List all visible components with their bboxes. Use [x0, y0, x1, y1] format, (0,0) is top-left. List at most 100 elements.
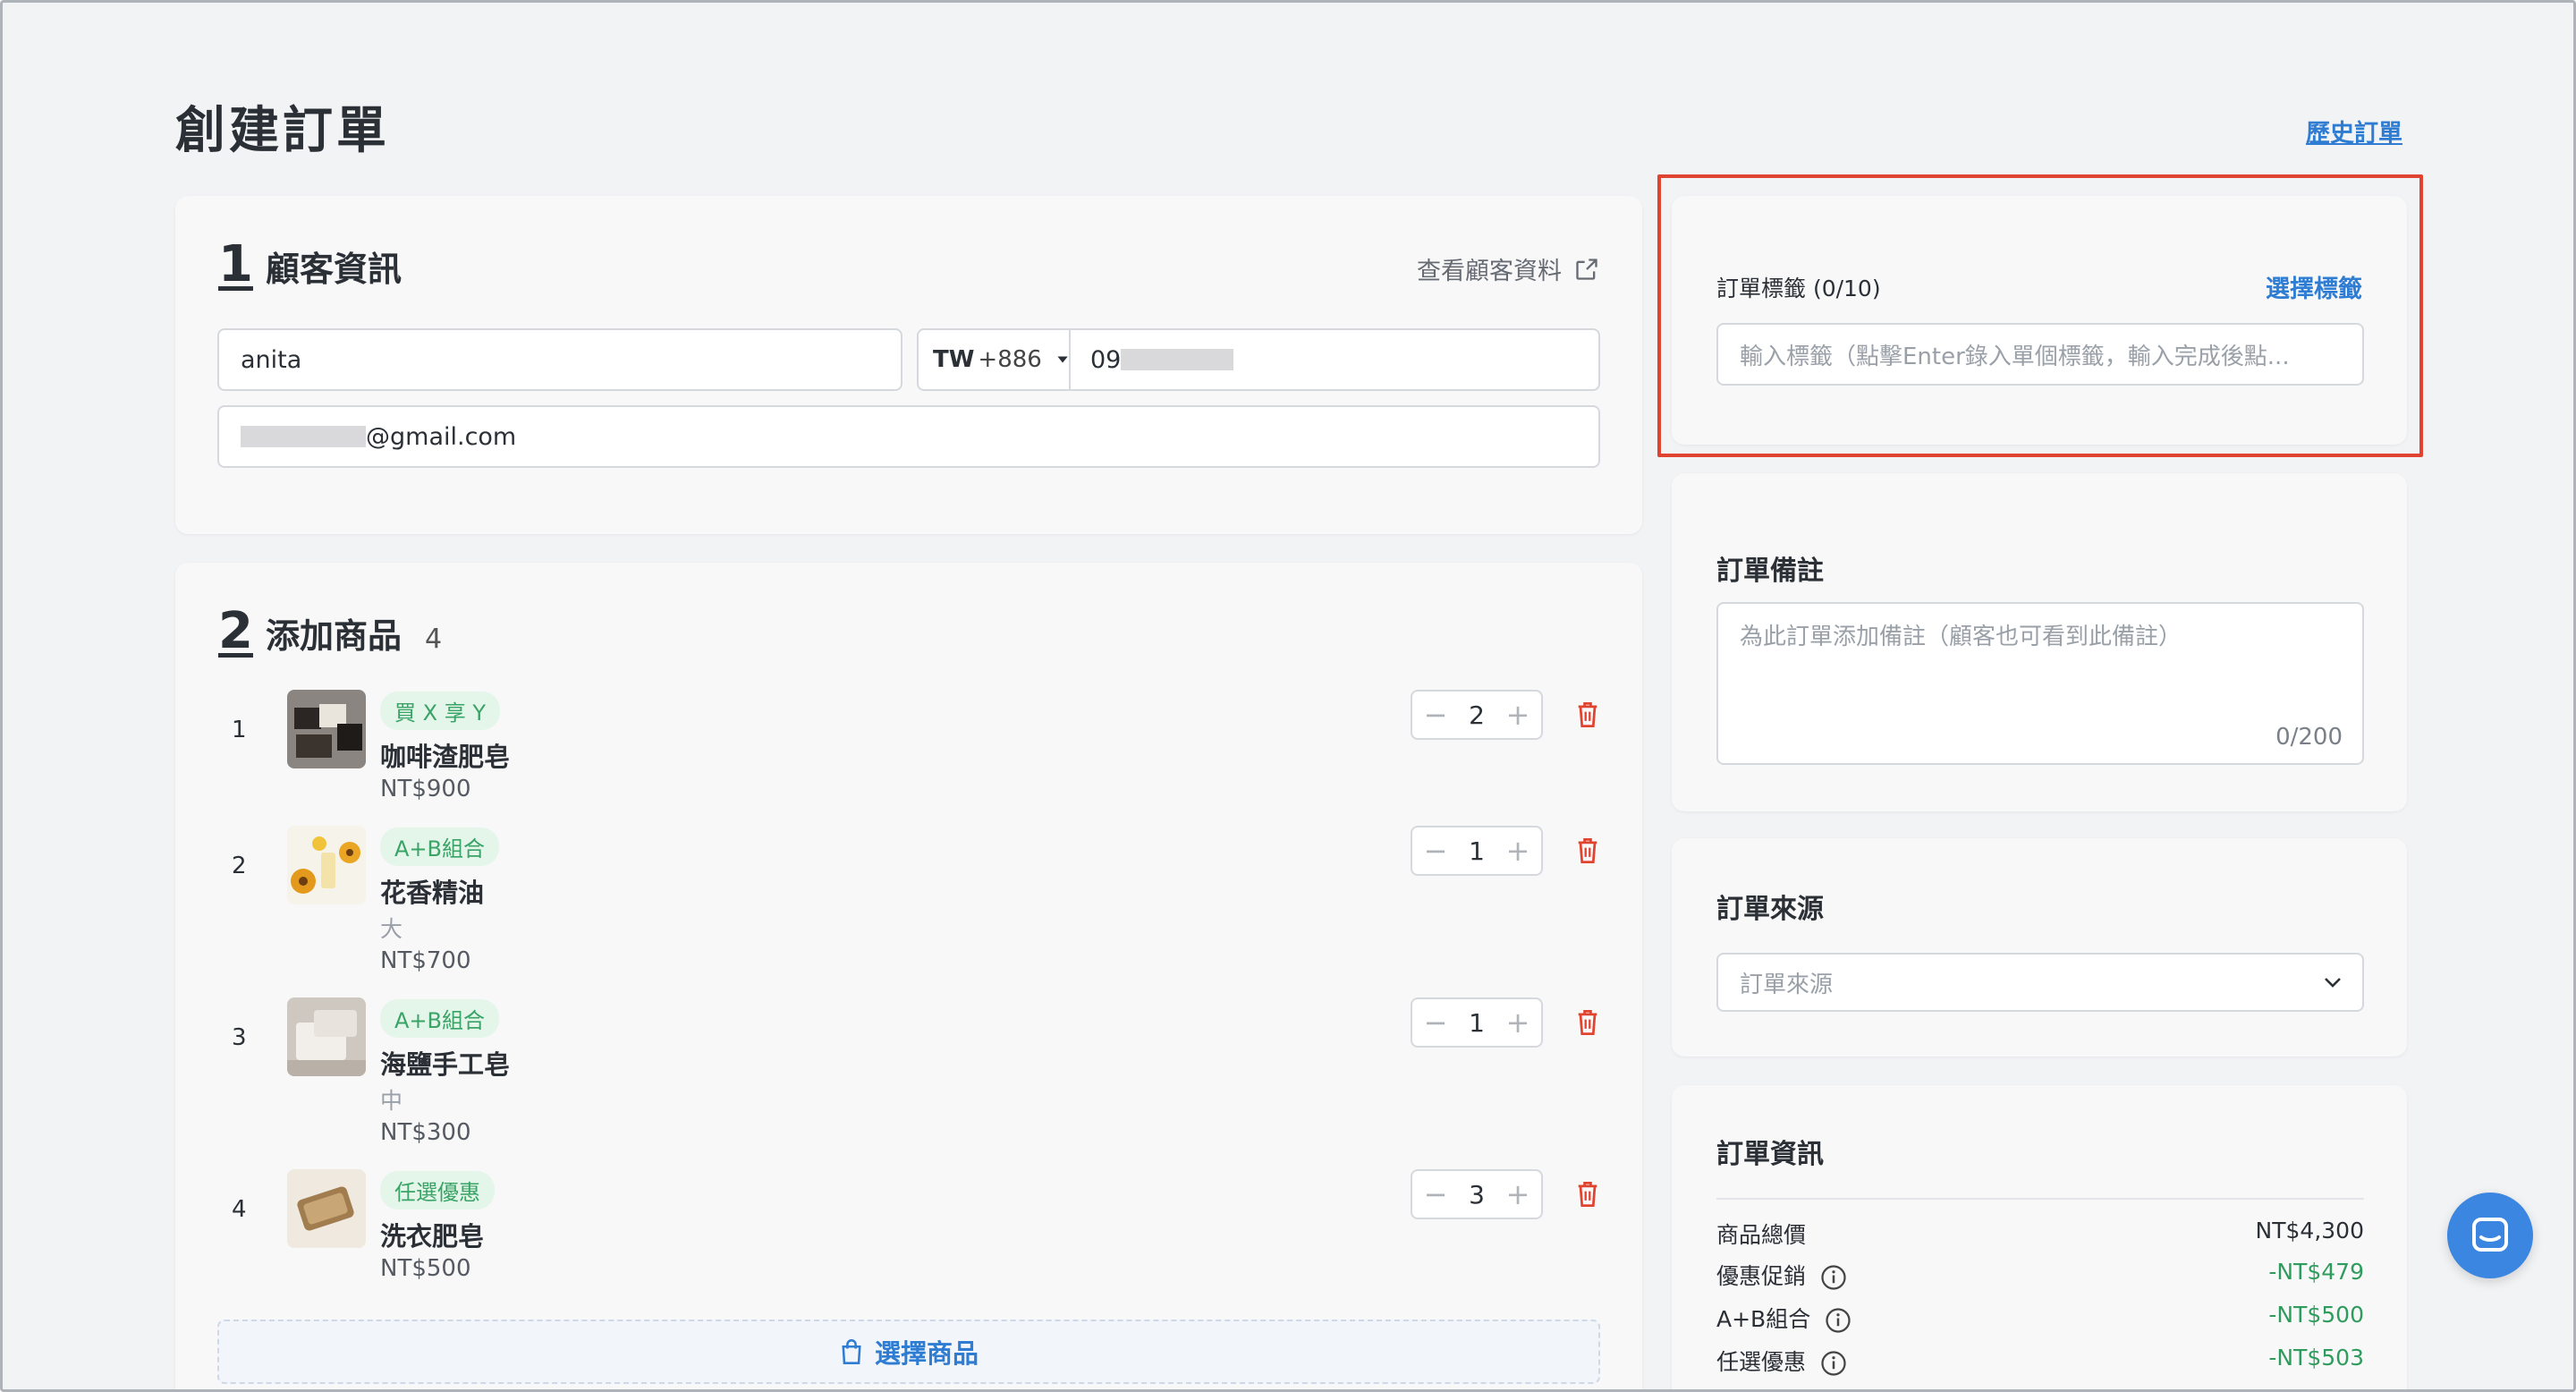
- select-products-button[interactable]: 選擇商品: [217, 1320, 1600, 1384]
- summary-value: -NT$479: [2268, 1259, 2364, 1285]
- product-price: NT$300: [380, 1119, 471, 1146]
- summary-value: -NT$500: [2268, 1302, 2364, 1328]
- email-value: @gmail.com: [366, 422, 517, 451]
- product-name: 花香精油: [380, 878, 485, 908]
- summary-row-subtotal: 商品總價 NT$4,300: [1716, 1218, 2364, 1250]
- view-customer-link[interactable]: 查看顧客資料: [1417, 251, 1599, 286]
- chat-icon: [2472, 1218, 2508, 1252]
- country-code: TW: [933, 346, 975, 373]
- quantity-value[interactable]: 2: [1469, 700, 1485, 730]
- summary-label: 商品總價: [1716, 1222, 1807, 1248]
- email-input[interactable]: @gmail.com: [217, 405, 1600, 468]
- country-code-select[interactable]: TW +886: [919, 330, 1071, 389]
- decrement-button[interactable]: −: [1423, 698, 1448, 732]
- customer-name-value: anita: [241, 345, 302, 374]
- chevron-down-icon: [2325, 978, 2341, 988]
- product-price: NT$500: [380, 1255, 471, 1282]
- quantity-value[interactable]: 3: [1469, 1180, 1485, 1210]
- highlight-box: [1657, 174, 2423, 457]
- item-index: 4: [232, 1196, 247, 1223]
- product-name: 咖啡渣肥皂: [380, 742, 511, 772]
- notes-counter: 0/200: [2275, 724, 2343, 751]
- summary-label: A+B組合: [1716, 1306, 1811, 1332]
- decrement-button[interactable]: −: [1423, 1006, 1448, 1040]
- delete-icon[interactable]: [1575, 1008, 1600, 1037]
- summary-label: 優惠促銷: [1716, 1263, 1807, 1289]
- product-thumbnail: [287, 826, 366, 904]
- order-source-card: [1672, 838, 2407, 1057]
- divider: [1716, 1198, 2364, 1200]
- product-thumbnail: [287, 1169, 366, 1248]
- item-index: 2: [232, 853, 247, 879]
- page-title: 創建訂單: [175, 102, 390, 160]
- product-variant: 大: [380, 916, 403, 942]
- select-products-label: 選擇商品: [874, 1338, 979, 1369]
- product-count: 4: [424, 624, 443, 655]
- delete-icon[interactable]: [1575, 700, 1600, 729]
- quantity-value[interactable]: 1: [1469, 1008, 1485, 1038]
- phone-input[interactable]: 09: [1071, 345, 1234, 374]
- customer-name-input[interactable]: anita: [217, 328, 902, 391]
- shopping-bag-icon: [842, 1339, 861, 1364]
- increment-button[interactable]: +: [1505, 698, 1530, 732]
- delete-icon[interactable]: [1575, 1180, 1600, 1209]
- quantity-stepper: − 2 +: [1411, 690, 1543, 740]
- caret-down-icon: [1057, 356, 1068, 363]
- app-frame: 創建訂單 歷史訂單 1 顧客資訊 查看顧客資料 anita TW +886 09…: [0, 0, 2576, 1392]
- promo-tag: 任選優惠: [380, 1171, 495, 1210]
- dial-code: +886: [978, 346, 1042, 373]
- customer-section-title: 1 顧客資訊: [218, 235, 402, 293]
- external-link-icon: [1576, 258, 1597, 280]
- order-notes-label: 訂單備註: [1716, 556, 1824, 587]
- summary-label-wrap: 優惠促銷: [1716, 1259, 1847, 1291]
- order-summary-label: 訂單資訊: [1716, 1139, 1824, 1170]
- phone-input-group: TW +886 09: [917, 328, 1600, 391]
- summary-label-wrap: A+B組合: [1716, 1302, 1852, 1334]
- quantity-stepper: − 3 +: [1411, 1169, 1543, 1219]
- decrement-button[interactable]: −: [1423, 834, 1448, 868]
- promo-tag: A+B組合: [380, 828, 499, 866]
- summary-row-promotion: 優惠促銷 -NT$479: [1716, 1259, 2364, 1291]
- product-price: NT$700: [380, 947, 471, 974]
- order-source-label: 訂單來源: [1716, 894, 1824, 925]
- product-name: 洗衣肥皂: [380, 1221, 485, 1252]
- view-customer-label: 查看顧客資料: [1417, 258, 1562, 285]
- summary-label: 任選優惠: [1716, 1349, 1807, 1375]
- quantity-stepper: − 1 +: [1411, 997, 1543, 1048]
- product-thumbnail: [287, 690, 366, 768]
- info-icon[interactable]: [1820, 1264, 1847, 1291]
- notes-placeholder: 為此訂單添加備註（顧客也可看到此備註）: [1740, 624, 2182, 650]
- increment-button[interactable]: +: [1505, 1006, 1530, 1040]
- promo-tag: A+B組合: [380, 999, 499, 1038]
- product-price: NT$900: [380, 776, 471, 802]
- increment-button[interactable]: +: [1505, 1177, 1530, 1211]
- product-name: 海鹽手工皂: [380, 1049, 511, 1080]
- delete-icon[interactable]: [1575, 836, 1600, 865]
- phone-value: 09: [1090, 345, 1122, 374]
- redacted-phone: [1121, 349, 1234, 370]
- quantity-stepper: − 1 +: [1411, 826, 1543, 876]
- decrement-button[interactable]: −: [1423, 1177, 1448, 1211]
- order-source-select[interactable]: 訂單來源: [1716, 953, 2364, 1012]
- increment-button[interactable]: +: [1505, 834, 1530, 868]
- products-section-title: 2 添加商品 4: [218, 602, 442, 660]
- summary-row-optional-offer: 任選優惠 -NT$503: [1716, 1345, 2364, 1377]
- item-index: 1: [232, 717, 247, 743]
- quantity-value[interactable]: 1: [1469, 836, 1485, 866]
- chat-button[interactable]: [2447, 1193, 2533, 1278]
- summary-value: NT$4,300: [2255, 1218, 2364, 1243]
- promo-tag: 買 X 享 Y: [380, 692, 500, 730]
- redacted-email: [241, 426, 366, 447]
- order-source-placeholder: 訂單來源: [1740, 971, 1834, 998]
- summary-label-wrap: 任選優惠: [1716, 1345, 1847, 1377]
- summary-value: -NT$503: [2268, 1345, 2364, 1371]
- product-thumbnail: [287, 997, 366, 1076]
- info-icon[interactable]: [1825, 1307, 1852, 1334]
- product-variant: 中: [380, 1088, 403, 1114]
- history-orders-link[interactable]: 歷史訂單: [2306, 114, 2402, 149]
- item-index: 3: [232, 1024, 247, 1051]
- section-label: 顧客資訊: [265, 250, 402, 289]
- info-icon[interactable]: [1820, 1350, 1847, 1377]
- summary-row-ab-combo: A+B組合 -NT$500: [1716, 1302, 2364, 1334]
- notes-textarea[interactable]: 為此訂單添加備註（顧客也可看到此備註） 0/200: [1716, 602, 2364, 765]
